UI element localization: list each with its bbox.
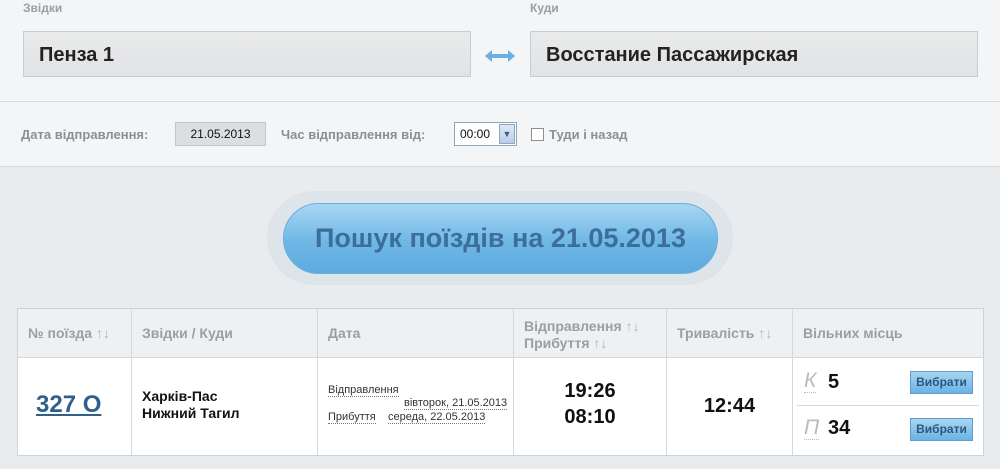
choose-seat-button[interactable]: Вибрати [910,371,973,394]
header-train-no[interactable]: № поїзда ↑↓ [18,309,132,358]
cell-from-to: Харків-Пас Нижний Тагил [132,358,318,455]
to-station-input[interactable]: Восстание Пассажирская [530,31,978,77]
from-station-input[interactable]: Пенза 1 [23,31,471,77]
choose-seat-button[interactable]: Вибрати [910,418,973,441]
sort-icon[interactable]: ↑↓ [593,335,607,351]
roundtrip-label[interactable]: Туди і назад [549,127,627,142]
seat-class-label: П [804,416,820,440]
header-departure-arrival[interactable]: Відправлення ↑↓ Прибуття ↑↓ [514,309,667,358]
route-panel: Звідки Пенза 1 Куди Восстание Пассажирск… [0,0,1000,102]
seat-row-k: К 5 Вибрати [797,358,979,406]
cell-departure-arrival: 19:26 08:10 [514,358,667,455]
train-number-link[interactable]: 327 О [36,391,101,419]
seat-count: 5 [828,371,840,393]
departure-date-text: вівторок, 21.05.2013 [404,397,508,410]
route-from: Харків-Пас [142,388,218,404]
sort-icon[interactable]: ↑↓ [626,318,640,334]
header-date: Дата [318,309,514,358]
departure-time: 19:26 [564,380,616,402]
chevron-down-icon[interactable]: ▼ [499,124,515,144]
sort-icon[interactable]: ↑↓ [96,325,110,341]
header-from-to: Звідки / Куди [132,309,318,358]
header-train-no-label: № поїзда [28,325,93,341]
seat-class-label: К [804,369,817,393]
sort-icon[interactable]: ↑↓ [758,325,772,341]
seat-row-p: П 34 Вибрати [797,406,979,454]
cell-seats: К 5 Вибрати П 34 Вибрати [793,358,983,455]
route-to: Нижний Тагил [142,405,240,421]
departure-date-label: Дата відправлення: [21,127,149,142]
cell-date: Відправлення вівторок, 21.05.2013 Прибут… [318,358,514,455]
header-seats: Вільних місць [793,309,983,358]
departure-date-input[interactable]: 21.05.2013 [175,122,266,146]
departure-time-select[interactable]: 00:00 ▼ [454,122,517,146]
arrival-date-caption: Прибуття [328,411,376,424]
search-params-panel: Дата відправлення: 21.05.2013 Час відпра… [0,102,1000,167]
arrival-date-text: середа, 22.05.2013 [388,411,486,424]
departure-date-caption: Відправлення [328,384,399,397]
header-duration[interactable]: Тривалість ↑↓ [667,309,793,358]
to-label: Куди [530,1,559,15]
header-arrival-label: Прибуття [524,335,590,351]
header-duration-label: Тривалість [677,325,755,341]
header-date-label: Дата [328,325,361,341]
seat-count: 34 [828,417,851,439]
results-table: № поїзда ↑↓ Звідки / Куди Дата Відправле… [17,308,984,456]
cell-train-no: 327 О [18,358,132,455]
header-departure-label: Відправлення [524,318,622,334]
cell-duration: 12:44 [667,358,793,455]
from-label: Звідки [23,1,63,15]
departure-time-label: Час відправлення від: [281,127,426,142]
roundtrip-checkbox[interactable] [531,128,544,141]
search-trains-button[interactable]: Пошук поїздів на 21.05.2013 [283,203,718,274]
arrival-time: 08:10 [564,406,616,428]
travel-duration: 12:44 [703,395,756,417]
departure-time-value: 00:00 [460,127,491,141]
header-from-to-label: Звідки / Куди [142,325,233,341]
swap-arrows-icon[interactable] [483,48,517,64]
route-text: Харків-Пас Нижний Тагил [142,388,240,422]
header-seats-label: Вільних місць [803,325,903,341]
